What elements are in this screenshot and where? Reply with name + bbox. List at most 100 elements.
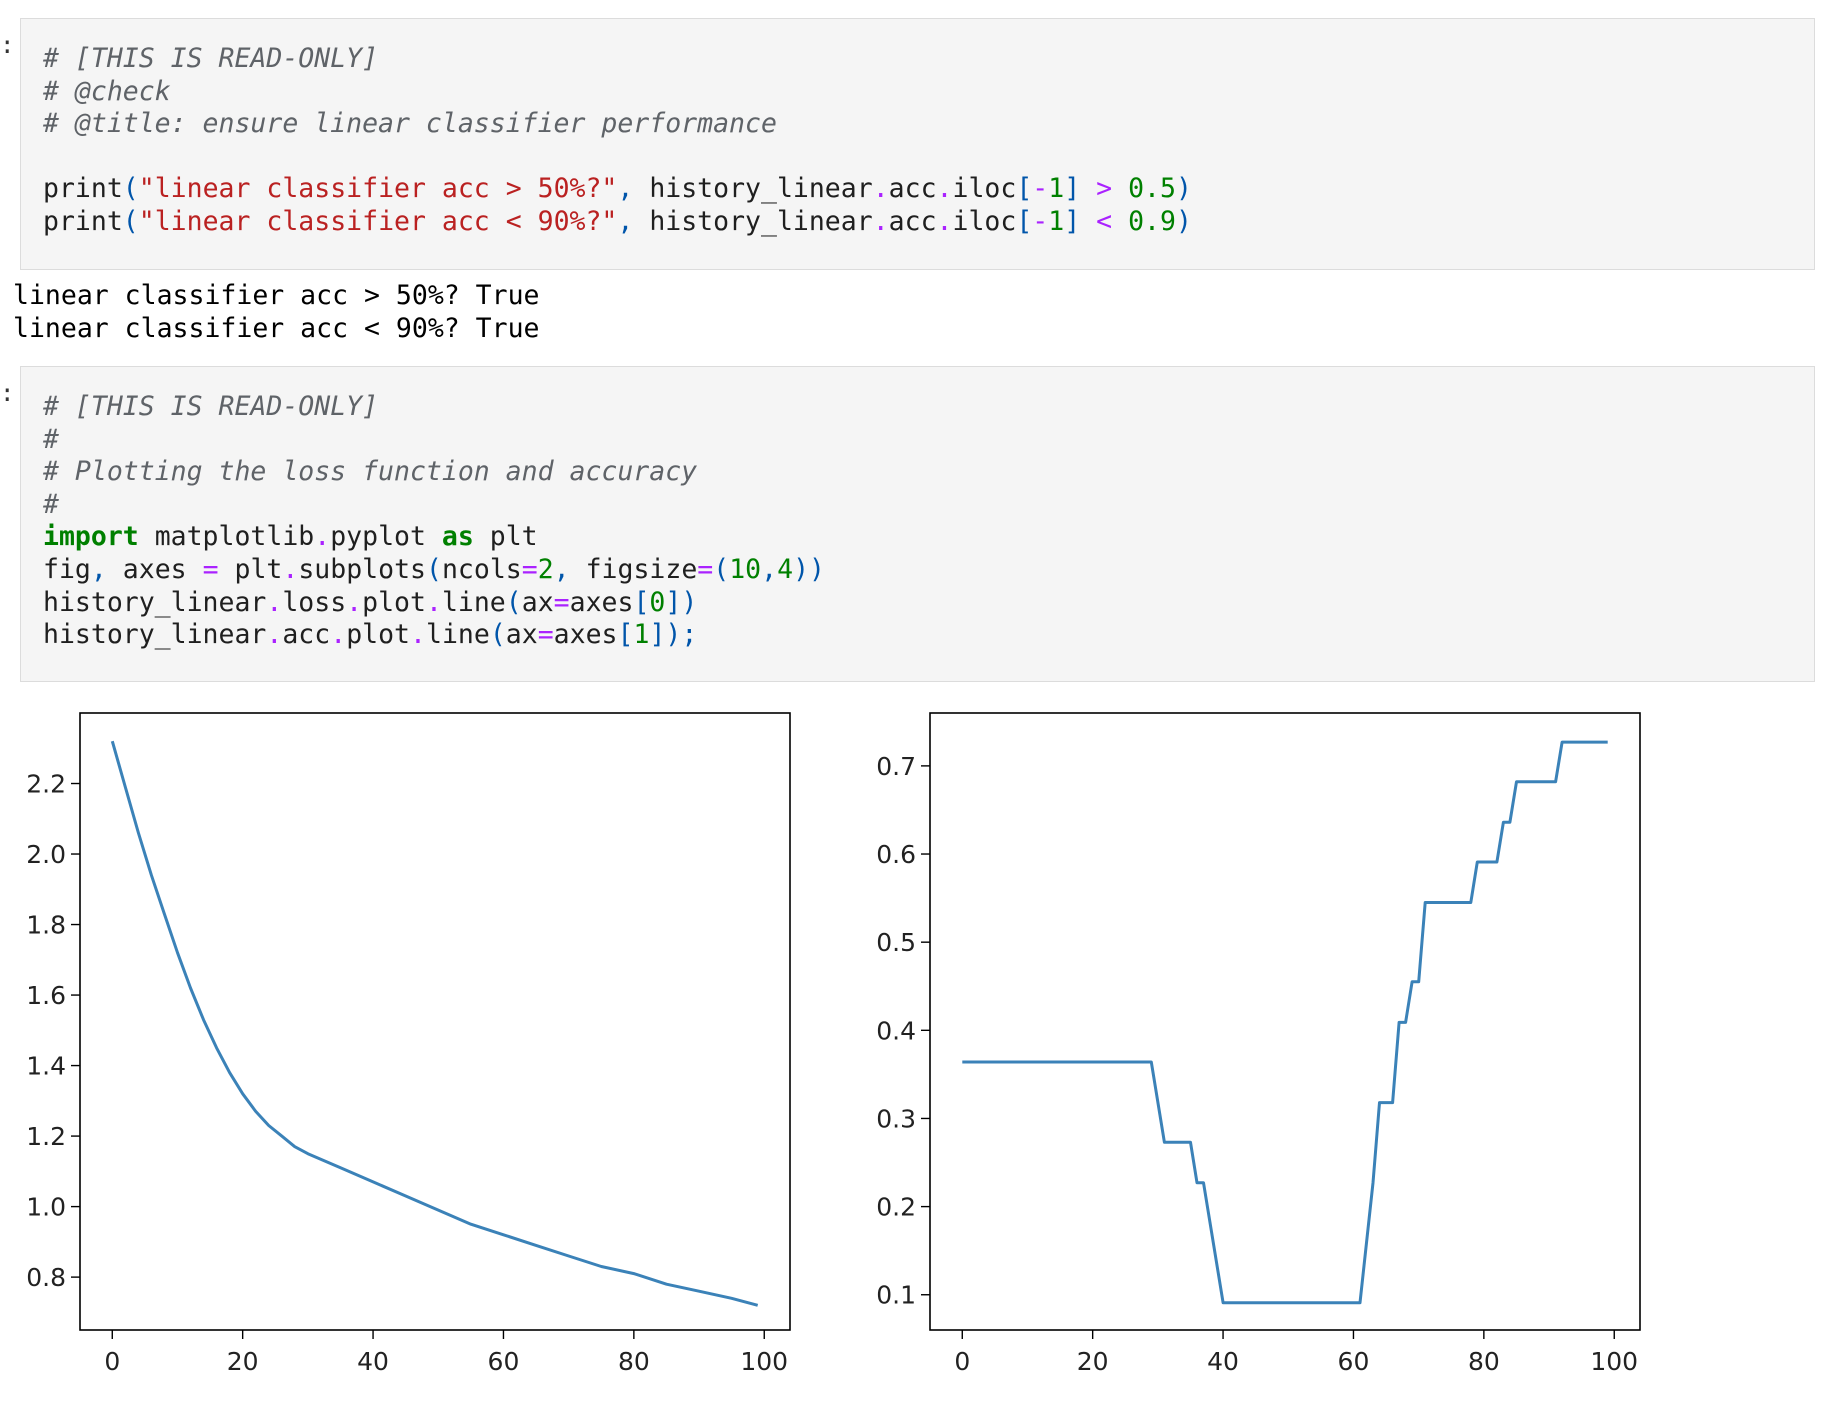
- code-cell[interactable]: # [THIS IS READ-ONLY] # @check # @title:…: [20, 18, 1815, 270]
- code-token: ]): [665, 586, 698, 618]
- y-tick-label: 0.7: [876, 752, 916, 781]
- code-editor[interactable]: # [THIS IS READ-ONLY] # @check # @title:…: [43, 43, 1192, 239]
- loss-subplot: 0 20 40 60 80 100 0.8 1.0 1.2 1.4 1.6 1.8 2.0 2.2: [26, 712, 791, 1376]
- code-token: print: [43, 205, 123, 237]
- code-token: history_linear: [43, 619, 267, 651]
- code-token: ,: [90, 553, 107, 585]
- code-token: (: [122, 205, 139, 237]
- output-line: linear classifier acc > 50%? True: [13, 280, 540, 311]
- code-token: acc: [888, 173, 937, 205]
- plot-output: 0 20 40 60 80 100 0.8 1.0 1.2 1.4 1.6 1.8 2.0 2.2 0 20…: [26, 712, 1641, 1376]
- x-tick-label: 20: [227, 1347, 259, 1376]
- code-token: "linear classifier acc > 50%?": [138, 173, 618, 205]
- code-token: figsize: [569, 553, 698, 585]
- y-tick-label: 0.2: [876, 1193, 916, 1222]
- code-token: line: [425, 619, 490, 651]
- code-token: 0.9: [1128, 205, 1176, 237]
- x-tick-label: 20: [1077, 1347, 1109, 1376]
- code-token: axes: [553, 619, 618, 651]
- code-token: (: [489, 619, 506, 651]
- code-token: =: [697, 553, 714, 585]
- code-token: plt: [473, 521, 538, 553]
- axes-frame: [79, 712, 791, 1331]
- code-token: "linear classifier acc < 90%?": [138, 205, 618, 237]
- code-cell[interactable]: # [THIS IS READ-ONLY] # # Plotting the l…: [20, 366, 1815, 682]
- code-token: subplots: [298, 553, 426, 585]
- code-line: # [THIS IS READ-ONLY]: [43, 391, 378, 422]
- code-token: ]: [1064, 205, 1081, 237]
- code-line: #: [43, 424, 59, 455]
- code-token: plot: [362, 586, 426, 618]
- code-token: =: [537, 619, 554, 651]
- code-line: # @title: ensure linear classifier perfo…: [43, 108, 777, 139]
- cell-marker: :: [0, 31, 15, 59]
- code-token: (: [425, 553, 442, 585]
- code-token: .: [936, 205, 953, 237]
- x-tick-label: 100: [1590, 1347, 1638, 1376]
- code-token: 1: [1048, 173, 1065, 205]
- code-token: # Plotting the loss function and accurac…: [43, 456, 698, 488]
- code-token: 1: [1048, 205, 1065, 237]
- code-token: as: [441, 521, 474, 553]
- x-tick-label: 80: [618, 1347, 650, 1376]
- series-line: [110, 740, 759, 1307]
- x-tick-label: 80: [1468, 1347, 1500, 1376]
- code-token: <: [1080, 205, 1129, 237]
- code-token: # [THIS IS READ-ONLY]: [43, 43, 379, 74]
- y-tick-label: 2.2: [26, 770, 66, 799]
- y-tick-label: 1.2: [26, 1122, 66, 1151]
- code-line: # [THIS IS READ-ONLY]: [43, 43, 378, 74]
- y-tick-label: 1.4: [26, 1052, 66, 1081]
- x-tick-label: 0: [954, 1347, 970, 1376]
- code-token: fig: [43, 553, 91, 585]
- code-token: (: [122, 173, 139, 205]
- code-editor[interactable]: # [THIS IS READ-ONLY] # # Plotting the l…: [43, 391, 825, 652]
- y-tick-label: 0.6: [876, 840, 916, 869]
- code-token: .: [872, 173, 889, 205]
- code-line: import matplotlib.pyplot as plt: [43, 521, 538, 552]
- code-token: history_linear: [633, 205, 873, 237]
- code-token: [: [1016, 205, 1033, 237]
- code-line: # @check: [43, 76, 171, 107]
- code-token: history_linear: [43, 586, 267, 618]
- code-token: .: [314, 521, 331, 553]
- code-token: import: [43, 521, 139, 553]
- code-token: axes: [569, 586, 634, 618]
- code-token: 4: [777, 553, 794, 585]
- x-tick-label: 0: [104, 1347, 120, 1376]
- code-token: #: [43, 488, 59, 520]
- code-token: history_linear: [633, 173, 873, 205]
- code-token: -: [1032, 173, 1049, 205]
- code-token: =: [202, 553, 219, 585]
- code-token: 1: [633, 619, 650, 651]
- series-line: [962, 740, 1608, 1305]
- code-token: axes: [106, 553, 203, 585]
- code-token: iloc: [952, 173, 1017, 205]
- output-line: linear classifier acc < 90%? True: [13, 312, 540, 344]
- code-token: .: [936, 173, 953, 205]
- code-token: 0: [649, 586, 666, 618]
- y-tick-label: 1.0: [26, 1193, 66, 1222]
- code-token: (: [713, 553, 730, 585]
- code-token: ): [1175, 205, 1192, 237]
- code-token: pyplot: [330, 521, 442, 553]
- code-token: ax: [505, 619, 538, 651]
- y-tick-label: 0.3: [876, 1104, 916, 1133]
- code-token: plot: [346, 619, 411, 651]
- code-token: .: [266, 619, 283, 651]
- code-token: .: [282, 553, 299, 585]
- code-token: # [THIS IS READ-ONLY]: [43, 391, 379, 422]
- code-token: =: [521, 553, 538, 585]
- y-tick-label: 0.4: [876, 1016, 916, 1045]
- code-token: .: [330, 619, 347, 651]
- code-token: matplotlib: [138, 521, 315, 553]
- cell-marker: :: [0, 379, 15, 407]
- code-token: # @title: ensure linear classifier perfo…: [43, 108, 777, 140]
- x-tick-label: 100: [740, 1347, 788, 1376]
- x-tick-label: 40: [1207, 1347, 1239, 1376]
- y-tick-label: 0.1: [876, 1281, 916, 1310]
- code-token: ax: [521, 586, 554, 618]
- code-token: # @check: [43, 75, 171, 107]
- y-tick-label: 0.5: [876, 928, 916, 957]
- code-line: print("linear classifier acc < 90%?", hi…: [43, 206, 1192, 237]
